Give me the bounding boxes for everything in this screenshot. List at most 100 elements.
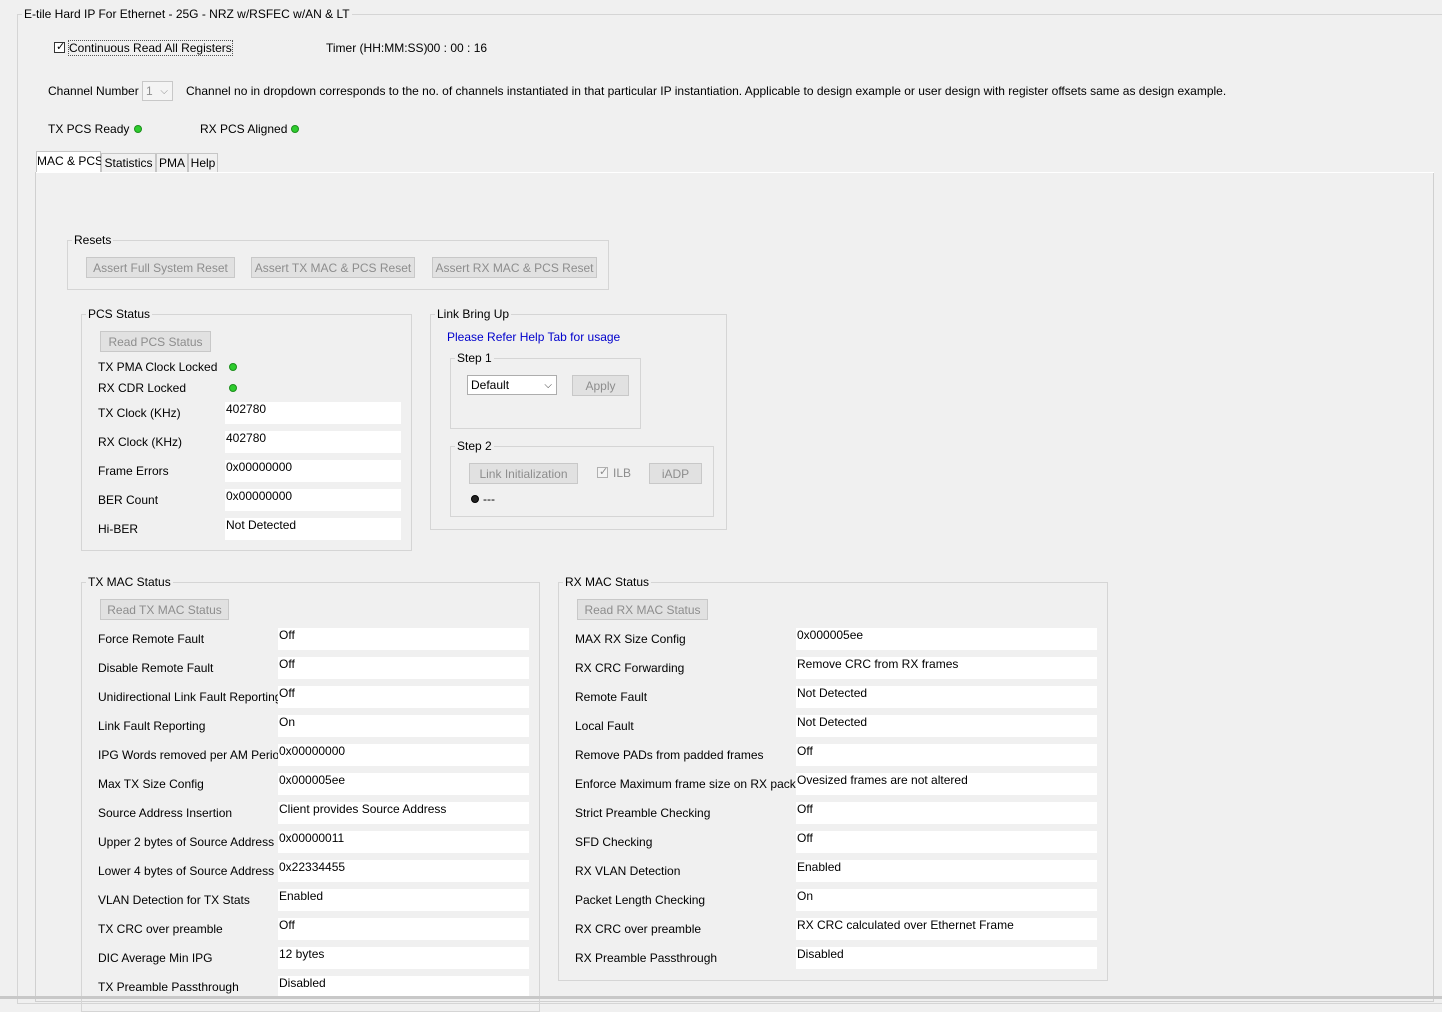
tx-mac-row-label: Source Address Insertion [98, 806, 233, 820]
rx-mac-row-label: Remove PADs from padded frames [575, 748, 764, 762]
rx-mac-row-label: RX CRC over preamble [575, 922, 702, 936]
tx-mac-row-label: Unidirectional Link Fault Reporting [98, 690, 282, 704]
rx-pcs-aligned-led-icon [291, 125, 299, 133]
tx-pcs-ready-label: TX PCS Ready [48, 122, 130, 136]
rx-mac-row-label: SFD Checking [575, 835, 653, 849]
tx-mac-row-value: Disabled [278, 976, 529, 998]
tx-pma-clock-locked-led-icon [229, 363, 237, 371]
ber-count-field: 0x00000000 [225, 489, 401, 511]
tx-mac-row-label: IPG Words removed per AM Period [98, 748, 286, 762]
tab-panel-top-line [36, 172, 1434, 173]
read-tx-mac-status-button[interactable]: Read TX MAC Status [100, 599, 229, 620]
rx-mac-row-label: Packet Length Checking [575, 893, 706, 907]
rx-mac-row-value: 0x000005ee [796, 628, 1097, 650]
assert-full-system-reset-button[interactable]: Assert Full System Reset [86, 257, 235, 278]
tx-mac-row-value: Off [278, 918, 529, 940]
tx-mac-row-value: Client provides Source Address [278, 802, 529, 824]
resets-title: Resets [72, 233, 114, 247]
tab-statistics[interactable]: Statistics [101, 153, 156, 172]
tx-mac-row-value: On [278, 715, 529, 737]
rx-mac-row-value: RX CRC calculated over Ethernet Frame [796, 918, 1097, 940]
rx-clock-field: 402780 [225, 431, 401, 453]
rx-mac-row-label: RX Preamble Passthrough [575, 951, 718, 965]
apply-button[interactable]: Apply [572, 375, 629, 396]
ilb-checkbox[interactable]: ✓ [597, 466, 609, 478]
continuous-read-checkbox[interactable]: ✓ [54, 41, 66, 53]
chevron-down-icon: ⌵ [544, 380, 552, 391]
tx-mac-row-value: Off [278, 628, 529, 650]
check-icon: ✓ [56, 41, 66, 53]
tab-help[interactable]: Help [188, 153, 218, 172]
rx-mac-row-value: Not Detected [796, 686, 1097, 708]
channel-note: Channel no in dropdown corresponds to th… [186, 84, 1227, 98]
tx-mac-row-label: TX CRC over preamble [98, 922, 223, 936]
step1-title: Step 1 [455, 351, 494, 365]
tx-pma-clock-locked-label: TX PMA Clock Locked [98, 360, 218, 374]
rx-mac-row-value: Not Detected [796, 715, 1097, 737]
rx-mac-status-title: RX MAC Status [563, 575, 652, 589]
tx-mac-row-value: Off [278, 686, 529, 708]
iadp-button[interactable]: iADP [649, 463, 702, 484]
pcs-field-label: Hi-BER [98, 522, 139, 536]
rx-cdr-locked-led-icon [229, 384, 237, 392]
link-initialization-button[interactable]: Link Initialization [469, 463, 578, 484]
timer-value: 00 : 00 : 16 [427, 41, 488, 55]
rx-mac-row-label: Strict Preamble Checking [575, 806, 711, 820]
channel-label: Channel Number [48, 84, 139, 98]
assert-tx-mac-pcs-reset-button[interactable]: Assert TX MAC & PCS Reset [251, 257, 415, 278]
tab-mac-pcs[interactable]: MAC & PCS [36, 151, 103, 173]
rx-mac-row-label: Remote Fault [575, 690, 648, 704]
pcs-field-label: BER Count [98, 493, 159, 507]
tx-mac-row-value: Enabled [278, 889, 529, 911]
tx-mac-row-value: 0x00000000 [278, 744, 529, 766]
rx-mac-row-label: RX CRC Forwarding [575, 661, 685, 675]
ilb-label: ILB [613, 466, 632, 480]
rx-cdr-locked-label: RX CDR Locked [98, 381, 187, 395]
channel-select[interactable]: 1 ⌵ [142, 81, 173, 101]
tx-mac-row-label: VLAN Detection for TX Stats [98, 893, 250, 907]
rx-mac-row-value: Remove CRC from RX frames [796, 657, 1097, 679]
frame-errors-field: 0x00000000 [225, 460, 401, 482]
channel-select-value: 1 [146, 84, 153, 98]
tx-clock-field: 402780 [225, 402, 401, 424]
rx-mac-row-value: Off [796, 831, 1097, 853]
rx-mac-row-value: On [796, 889, 1097, 911]
rx-mac-row-label: Enforce Maximum frame size on RX packets [575, 777, 812, 791]
continuous-read-label[interactable]: Continuous Read All Registers [68, 40, 233, 56]
rx-mac-row-value: Off [796, 744, 1097, 766]
rx-mac-row-value: Off [796, 802, 1097, 824]
pcs-field-label: TX Clock (KHz) [98, 406, 181, 420]
tx-mac-row-label: Force Remote Fault [98, 632, 205, 646]
rx-pcs-aligned-label: RX PCS Aligned [200, 122, 288, 136]
assert-rx-mac-pcs-reset-button[interactable]: Assert RX MAC & PCS Reset [432, 257, 597, 278]
tx-mac-row-label: Link Fault Reporting [98, 719, 206, 733]
link-status-text: --- [483, 492, 495, 506]
read-pcs-status-button[interactable]: Read PCS Status [100, 331, 211, 352]
step1-select[interactable]: Default ⌵ [467, 375, 557, 395]
rx-mac-row-value: Ovesized frames are not altered [796, 773, 1097, 795]
timer-label: Timer (HH:MM:SS) [326, 41, 428, 55]
pcs-field-label: Frame Errors [98, 464, 169, 478]
tx-mac-row-value: 0x000005ee [278, 773, 529, 795]
tx-mac-row-label: Upper 2 bytes of Source Address [98, 835, 275, 849]
rx-mac-row-label: MAX RX Size Config [575, 632, 686, 646]
tx-mac-row-label: DIC Average Min IPG [98, 951, 213, 965]
check-icon: ✓ [599, 466, 609, 478]
help-note-link[interactable]: Please Refer Help Tab for usage [447, 330, 620, 344]
rx-mac-row-label: Local Fault [575, 719, 634, 733]
read-rx-mac-status-button[interactable]: Read RX MAC Status [577, 599, 708, 620]
tx-mac-row-value: Off [278, 657, 529, 679]
link-bring-up-title: Link Bring Up [435, 307, 512, 321]
pcs-field-label: RX Clock (KHz) [98, 435, 183, 449]
tx-mac-row-value: 0x00000011 [278, 831, 529, 853]
rx-mac-row-value: Enabled [796, 860, 1097, 882]
tab-pma[interactable]: PMA [156, 153, 188, 172]
tx-mac-row-label: Max TX Size Config [98, 777, 204, 791]
rx-mac-row-value: Disabled [796, 947, 1097, 969]
step2-title: Step 2 [455, 439, 494, 453]
tx-mac-row-label: Lower 4 bytes of Source Address [98, 864, 275, 878]
pcs-status-title: PCS Status [86, 307, 153, 321]
tx-pcs-ready-led-icon [134, 125, 142, 133]
hi-ber-field: Not Detected [225, 518, 401, 540]
tx-mac-row-label: TX Preamble Passthrough [98, 980, 239, 994]
